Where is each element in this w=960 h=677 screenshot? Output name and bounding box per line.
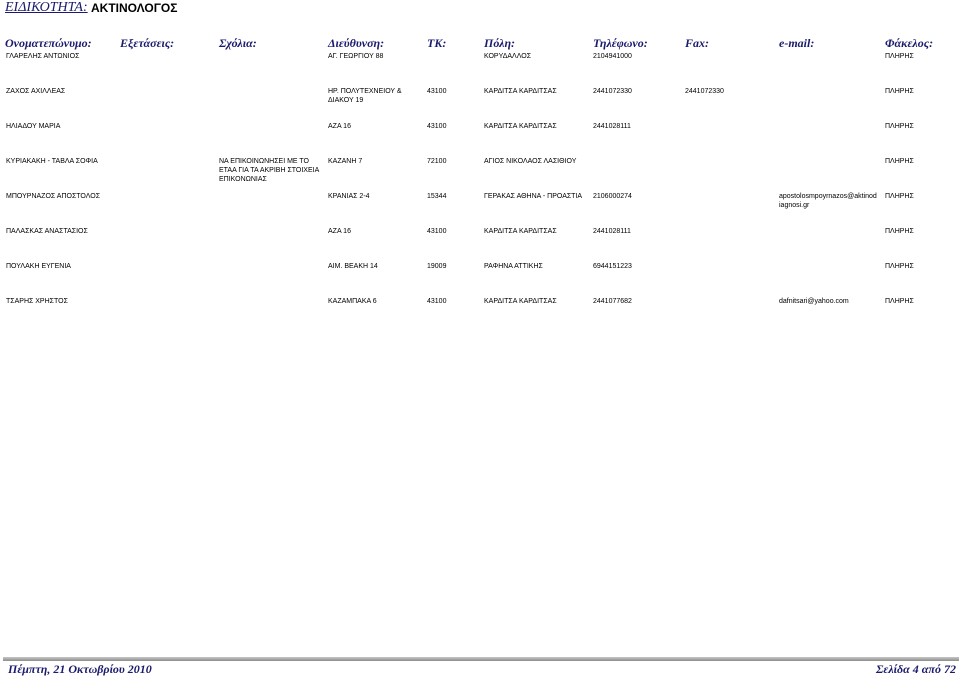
col-header-phone: Τηλέφωνο: bbox=[593, 36, 648, 50]
cell-phone: 6944151223 bbox=[593, 263, 632, 270]
specialty-value: ΑΚΤΙΝΟΛΟΓΟΣ bbox=[91, 1, 178, 15]
footer-divider bbox=[3, 657, 959, 661]
cell-file: ΠΛΗΡΗΣ bbox=[885, 158, 914, 165]
cell-city: ΚΑΡΔΙΤΣΑ ΚΑΡΔΙΤΣΑΣ bbox=[484, 228, 557, 235]
cell-city: ΚΟΡΥΔΑΛΛΟΣ bbox=[484, 53, 532, 60]
cell-tk: 43100 bbox=[427, 228, 447, 235]
table-row: ΖΑΧΟΣ ΑΧΙΛΛΕΑΣ ΗΡ. ΠΟΛΥΤΕΧΝΕΙΟΥ & ΔΙΑΚΟΥ… bbox=[0, 88, 960, 118]
cell-tk: 43100 bbox=[427, 298, 447, 305]
cell-name: ΜΠΟΥΡΝΑΖΟΣ ΑΠΟΣΤΟΛΟΣ bbox=[6, 193, 101, 200]
cell-address: ΚΑΖΑΜΠΑΚΑ 6 bbox=[328, 298, 377, 305]
cell-address: ΗΡ. ΠΟΛΥΤΕΧΝΕΙΟΥ & ΔΙΑΚΟΥ 19 bbox=[328, 88, 402, 104]
cell-tk: 15344 bbox=[427, 193, 447, 200]
cell-fax: 2441072330 bbox=[685, 88, 724, 95]
cell-address: ΚΡΑΝΙΑΣ 2-4 bbox=[328, 193, 370, 200]
cell-city: ΓΕΡΑΚΑΣ ΑΘΗΝΑ - ΠΡΟΑΣΤΙΑ bbox=[484, 193, 583, 200]
table-row: ΚΥΡΙΑΚΑΚΗ - ΤΑΒΛΑ ΣΟΦΙΑ ΝΑ ΕΠΙΚΟΙΝΩΝΗΣΕΙ… bbox=[0, 158, 960, 188]
cell-address: ΑΙΜ. ΒΕΑΚΗ 14 bbox=[328, 263, 378, 270]
col-header-email: e-mail: bbox=[779, 36, 815, 50]
col-header-notes: Σχόλια: bbox=[219, 36, 257, 50]
cell-phone: 2441028111 bbox=[593, 123, 631, 130]
cell-tk: 19009 bbox=[427, 263, 447, 270]
cell-email: apostolosmpoyrnazos@aktinodiagnosi.gr bbox=[779, 193, 877, 209]
cell-city: ΚΑΡΔΙΤΣΑ ΚΑΡΔΙΤΣΑΣ bbox=[484, 298, 557, 305]
column-header-row: Ονοματεπώνυμο: Εξετάσεις: Σχόλια: Διεύθυ… bbox=[0, 36, 960, 50]
cell-phone: 2441072330 bbox=[593, 88, 632, 95]
col-header-name: Ονοματεπώνυμο: bbox=[5, 36, 92, 50]
cell-city: ΚΑΡΔΙΤΣΑ ΚΑΡΔΙΤΣΑΣ bbox=[484, 123, 557, 130]
table-row: ΤΣΑΡΗΣ ΧΡΗΣΤΟΣ ΚΑΖΑΜΠΑΚΑ 6 43100 ΚΑΡΔΙΤΣ… bbox=[0, 298, 960, 328]
cell-city: ΑΓΙΟΣ ΝΙΚΟΛΑΟΣ ΛΑΣΙΘΙΟΥ bbox=[484, 158, 577, 165]
cell-file: ΠΛΗΡΗΣ bbox=[885, 193, 914, 200]
col-header-file: Φάκελος: bbox=[885, 36, 934, 50]
cell-file: ΠΛΗΡΗΣ bbox=[885, 298, 914, 305]
cell-file: ΠΛΗΡΗΣ bbox=[885, 228, 914, 235]
cell-name: ΗΛΙΑΔΟΥ ΜΑΡΙΑ bbox=[6, 123, 61, 130]
cell-phone: 2441028111 bbox=[593, 228, 631, 235]
col-header-address: Διεύθυνση: bbox=[328, 36, 385, 50]
cell-file: ΠΛΗΡΗΣ bbox=[885, 53, 914, 60]
cell-phone: 2106000274 bbox=[593, 193, 632, 200]
cell-name: ΠΑΛΑΣΚΑΣ ΑΝΑΣΤΑΣΙΟΣ bbox=[6, 228, 88, 235]
cell-tk: 43100 bbox=[427, 123, 447, 130]
col-header-fax: Fax: bbox=[685, 36, 709, 50]
cell-file: ΠΛΗΡΗΣ bbox=[885, 123, 914, 130]
cell-email: dafnitsari@yahoo.com bbox=[779, 298, 849, 305]
col-header-exams: Εξετάσεις: bbox=[120, 36, 175, 50]
cell-address: ΑΓ. ΓΕΩΡΓΙΟΥ 88 bbox=[328, 53, 384, 60]
table-row: ΠΑΛΑΣΚΑΣ ΑΝΑΣΤΑΣΙΟΣ ΑΖΑ 16 43100 ΚΑΡΔΙΤΣ… bbox=[0, 228, 960, 258]
cell-city: ΡΑΦΗΝΑ ΑΤΤΙΚΗΣ bbox=[484, 263, 543, 270]
cell-file: ΠΛΗΡΗΣ bbox=[885, 88, 914, 95]
table-row: ΗΛΙΑΔΟΥ ΜΑΡΙΑ ΑΖΑ 16 43100 ΚΑΡΔΙΤΣΑ ΚΑΡΔ… bbox=[0, 123, 960, 153]
cell-tk: 43100 bbox=[427, 88, 447, 95]
cell-address: ΑΖΑ 16 bbox=[328, 123, 351, 130]
cell-address: ΚΑΖΑΝΗ 7 bbox=[328, 158, 363, 165]
cell-tk: 72100 bbox=[427, 158, 447, 165]
cell-name: ΖΑΧΟΣ ΑΧΙΛΛΕΑΣ bbox=[6, 88, 66, 95]
col-header-tk: ΤΚ: bbox=[427, 36, 447, 50]
cell-file: ΠΛΗΡΗΣ bbox=[885, 263, 914, 270]
cell-name: ΤΣΑΡΗΣ ΧΡΗΣΤΟΣ bbox=[6, 298, 68, 305]
footer-date: Πέμπτη, 21 Οκτωβρίου 2010 bbox=[8, 662, 152, 676]
table-row: ΓΛΑΡΕΛΗΣ ΑΝΤΩΝΙΟΣ ΑΓ. ΓΕΩΡΓΙΟΥ 88 ΚΟΡΥΔΑ… bbox=[0, 53, 960, 83]
specialty-label: ΕΙΔΙΚΟΤΗΤΑ: bbox=[5, 0, 88, 15]
cell-exams: ΝΑ ΕΠΙΚΟΙΝΩΝΗΣΕΙ ΜΕ ΤΟ ΕΤΑΑ ΓΙΑ ΤΑ ΑΚΡΙΒ… bbox=[219, 158, 319, 183]
cell-city: ΚΑΡΔΙΤΣΑ ΚΑΡΔΙΤΣΑΣ bbox=[484, 88, 557, 95]
table-row: ΜΠΟΥΡΝΑΖΟΣ ΑΠΟΣΤΟΛΟΣ ΚΡΑΝΙΑΣ 2-4 15344 Γ… bbox=[0, 193, 960, 223]
footer-page-number: Σελίδα 4 από 72 bbox=[876, 662, 956, 676]
cell-address: ΑΖΑ 16 bbox=[328, 228, 351, 235]
col-header-city: Πόλη: bbox=[484, 36, 516, 50]
cell-phone: 2104941000 bbox=[593, 53, 632, 60]
cell-name: ΚΥΡΙΑΚΑΚΗ - ΤΑΒΛΑ ΣΟΦΙΑ bbox=[6, 158, 98, 165]
table-row: ΠΟΥΛΑΚΗ ΕΥΓΕΝΙΑ ΑΙΜ. ΒΕΑΚΗ 14 19009 ΡΑΦΗ… bbox=[0, 263, 960, 293]
cell-phone: 2441077682 bbox=[593, 298, 632, 305]
cell-name: ΓΛΑΡΕΛΗΣ ΑΝΤΩΝΙΟΣ bbox=[6, 53, 80, 60]
cell-name: ΠΟΥΛΑΚΗ ΕΥΓΕΝΙΑ bbox=[6, 263, 71, 270]
